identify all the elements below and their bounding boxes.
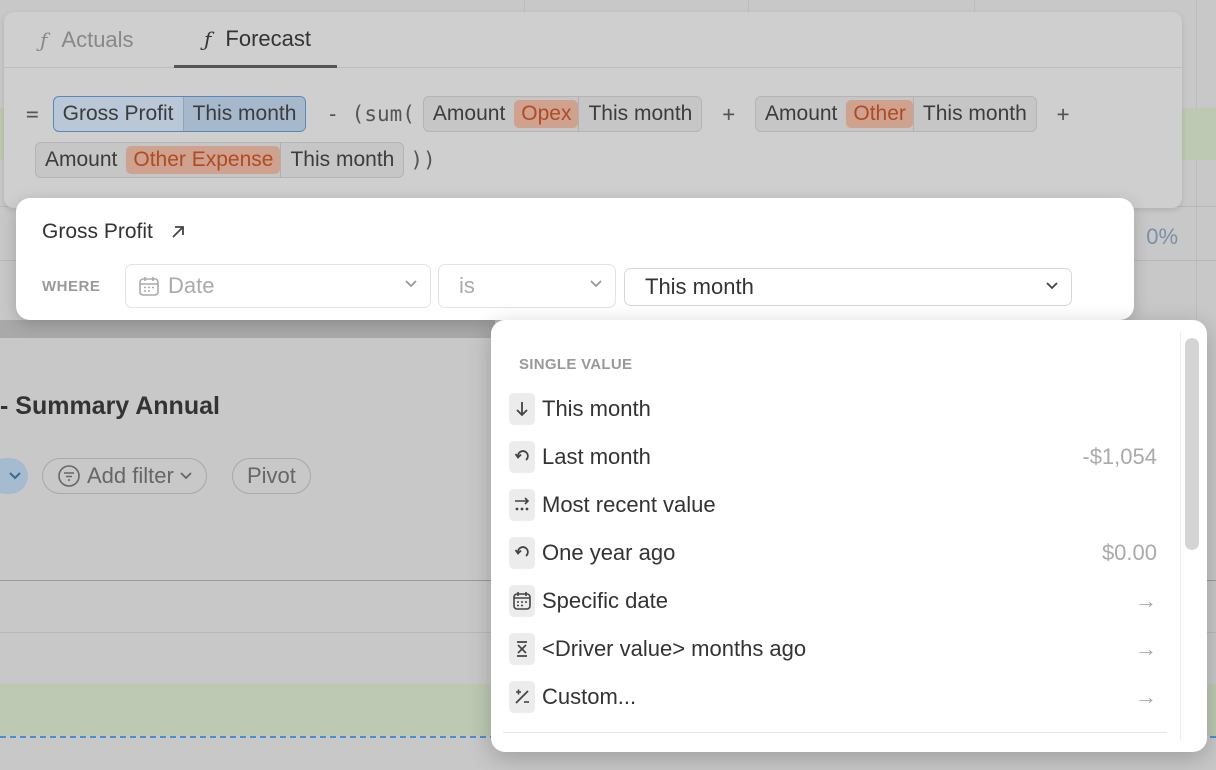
reference-popover: Gross Profit WHERE Date is This month: [16, 198, 1134, 320]
reference-title: Gross Profit: [42, 220, 153, 243]
token-name: Amount: [45, 148, 118, 171]
recent-value-icon: [509, 489, 535, 521]
chevron-down-icon: [9, 472, 21, 480]
token-tag: Other: [846, 100, 913, 128]
formula-line-2: Amount Other Expense This month )): [35, 142, 436, 178]
percent-cell: 0%: [1146, 224, 1178, 249]
page-title: - Summary Annual: [0, 392, 220, 420]
chevron-down-icon: [180, 472, 192, 480]
function-icon: ƒ: [40, 28, 48, 52]
period-value: This month: [645, 274, 754, 299]
operator: +: [722, 102, 736, 126]
menu-item-one-year-ago[interactable]: One year ago $0.00: [509, 533, 1157, 573]
where-label: WHERE: [42, 278, 101, 295]
equals-sign: =: [26, 102, 39, 126]
tab-label: Actuals: [61, 27, 134, 52]
undo-icon: [509, 441, 535, 473]
hourglass-icon: [509, 633, 535, 665]
menu-item-this-month[interactable]: This month: [509, 389, 1157, 429]
grid-line: [1196, 0, 1197, 320]
chevron-down-icon: [590, 280, 602, 288]
menu-item-label: Last month: [542, 444, 651, 469]
token-name: Amount: [765, 102, 838, 125]
closing-parens: )): [410, 148, 436, 172]
date-field-select[interactable]: Date: [125, 264, 431, 308]
operator: - (sum(: [326, 102, 415, 126]
pivot-label: Pivot: [247, 463, 296, 488]
token-period: This month: [912, 97, 1036, 131]
calendar-icon: [139, 277, 159, 296]
view-selector-chip[interactable]: [0, 458, 28, 494]
token-period: This month: [280, 143, 403, 177]
tab-label: Forecast: [225, 25, 311, 51]
formula-token-gross-profit[interactable]: Gross Profit This month: [52, 96, 307, 132]
token-name: Amount: [432, 102, 506, 125]
menu-divider: [503, 732, 1167, 733]
formula-token-other-expense[interactable]: Amount Other Expense This month: [35, 142, 405, 178]
calendar-icon: [509, 585, 535, 617]
scrollbar-thumb[interactable]: [1185, 338, 1199, 550]
divider-strip: [0, 320, 495, 338]
chevron-down-icon: [405, 280, 417, 288]
token-name: Gross Profit: [62, 102, 174, 125]
token-tag: Opex: [514, 100, 579, 128]
tab-actuals[interactable]: ƒ Actuals: [34, 12, 140, 68]
menu-item-value: $0.00: [1101, 540, 1157, 565]
chevron-down-icon: [1046, 282, 1058, 290]
tab-forecast[interactable]: ƒ Forecast: [174, 12, 337, 68]
menu-item-label: <Driver value> months ago: [542, 636, 807, 661]
operator-select[interactable]: is: [438, 264, 616, 308]
arrow-down-icon: [509, 393, 535, 425]
operator: +: [1056, 102, 1070, 126]
formula-token-other[interactable]: Amount Other This month: [755, 96, 1037, 132]
add-filter-label: Add filter: [87, 463, 174, 488]
function-icon: ƒ: [204, 26, 212, 51]
reference-header: Gross Profit: [42, 220, 187, 244]
formula-token-opex[interactable]: Amount Opex This month: [422, 96, 703, 132]
pivot-button[interactable]: Pivot: [232, 458, 311, 494]
formula-tabs: ƒ Actuals ƒ Forecast: [4, 12, 1182, 68]
menu-item-label: Specific date: [542, 588, 668, 613]
menu-item-label: This month: [542, 396, 651, 421]
arrow-right-icon: →: [1135, 588, 1157, 613]
token-tag: Other Expense: [126, 146, 281, 174]
menu-section-title: SINGLE VALUE: [519, 356, 633, 373]
token-period: This month: [182, 97, 306, 131]
arrow-right-icon: →: [1135, 636, 1157, 661]
formula-editor: ƒ Actuals ƒ Forecast = Gross Profit This…: [4, 12, 1182, 208]
menu-item-specific-date[interactable]: Specific date →: [509, 581, 1157, 621]
arrow-right-icon: →: [1135, 684, 1157, 709]
period-select[interactable]: This month: [624, 268, 1072, 306]
date-field-placeholder: Date: [168, 273, 215, 298]
filter-icon: [58, 465, 80, 487]
formula-line-1: = Gross Profit This month - (sum( Amount…: [26, 96, 1069, 132]
menu-item-driver-months-ago[interactable]: <Driver value> months ago →: [509, 629, 1157, 669]
undo-icon: [509, 537, 535, 569]
menu-item-most-recent-value[interactable]: Most recent value: [509, 485, 1157, 525]
menu-item-label: One year ago: [542, 540, 676, 565]
menu-item-label: Custom...: [542, 684, 637, 709]
operator-placeholder: is: [459, 273, 475, 298]
add-filter-button[interactable]: Add filter: [42, 458, 207, 494]
menu-item-value: -$1,054: [1082, 444, 1157, 469]
token-period: This month: [578, 97, 701, 131]
scroll-track: [1180, 332, 1181, 740]
external-link-icon[interactable]: [169, 223, 187, 241]
period-dropdown-menu: SINGLE VALUE This month Last month -$1,0…: [491, 320, 1207, 752]
menu-item-label: Most recent value: [542, 492, 716, 517]
menu-item-last-month[interactable]: Last month -$1,054: [509, 437, 1157, 477]
menu-item-custom[interactable]: Custom... →: [509, 677, 1157, 717]
custom-icon: [509, 681, 535, 713]
